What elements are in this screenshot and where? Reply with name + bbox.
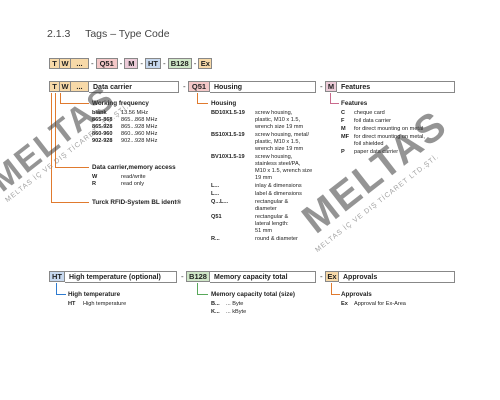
- code-b128: B128: [167, 57, 192, 69]
- code-q51: Q51: [95, 57, 118, 69]
- code-dash-5: -: [193, 58, 197, 68]
- approvals-table: Ex Approval for Ex-Area: [341, 301, 406, 307]
- memory-code: B128: [186, 271, 210, 282]
- section-heading: 2.1.3 Tags – Type Code: [47, 28, 170, 40]
- housing-title: Housing: [210, 81, 316, 93]
- housing-table: BD10X1.5-19 screw housing, plastic, M10 x …: [211, 110, 313, 242]
- code-dash-2: -: [119, 58, 123, 68]
- features-label: Features: [341, 100, 368, 107]
- code-dots: ...: [71, 57, 89, 69]
- approvals-label: Approvals: [341, 291, 372, 298]
- dc-code-w: W: [60, 81, 71, 92]
- memory-table: B...... Byte K...... kByte: [211, 301, 247, 315]
- code-w: W: [60, 57, 71, 69]
- code-m: M: [124, 57, 139, 69]
- dash-b128: -: [181, 272, 184, 281]
- memory-label: Memory capacity total (size): [211, 291, 295, 298]
- memory-access-table: Wread/write Rread only: [92, 174, 146, 187]
- features-bracket: [330, 93, 339, 104]
- approvals-code: Ex: [325, 271, 339, 282]
- code-dash-3: -: [140, 58, 144, 68]
- code-ex: Ex: [198, 57, 213, 69]
- code-t: T: [49, 57, 60, 69]
- code-ht: HT: [145, 57, 162, 69]
- code-dash-1: -: [91, 58, 94, 68]
- memory-access-label: Data carrier,memory access: [92, 164, 176, 171]
- features-title: Features: [337, 81, 455, 93]
- memory-bracket: [197, 283, 208, 295]
- high-temp-bracket: [56, 283, 66, 295]
- housing-code: Q51: [188, 81, 210, 92]
- section-number: 2.1.3: [47, 28, 71, 40]
- high-temp-title: High temperature (optional): [65, 271, 177, 283]
- type-code-row: T W ... - Q51 - M - HT - B128 - Ex: [49, 57, 213, 69]
- approvals-title: Approvals: [339, 271, 455, 283]
- approvals-bracket: [331, 283, 340, 295]
- code-dash-4: -: [163, 58, 166, 68]
- dc-code-t: T: [49, 81, 60, 92]
- housing-bracket: [197, 93, 208, 104]
- dash-ex: -: [320, 272, 323, 281]
- dash-q51: -: [183, 82, 186, 91]
- features-code: M: [325, 81, 337, 92]
- section-title: Tags – Type Code: [85, 28, 170, 40]
- high-temp-table: HT High temperature: [68, 301, 127, 307]
- housing-label: Housing: [211, 100, 237, 107]
- high-temp-label: High temperature: [68, 291, 121, 298]
- high-temp-code: HT: [49, 271, 65, 282]
- ident-label: Turck RFID-System BL ident®: [92, 199, 182, 206]
- dash-m: -: [320, 82, 323, 91]
- memory-title: Memory capacity total: [210, 271, 316, 283]
